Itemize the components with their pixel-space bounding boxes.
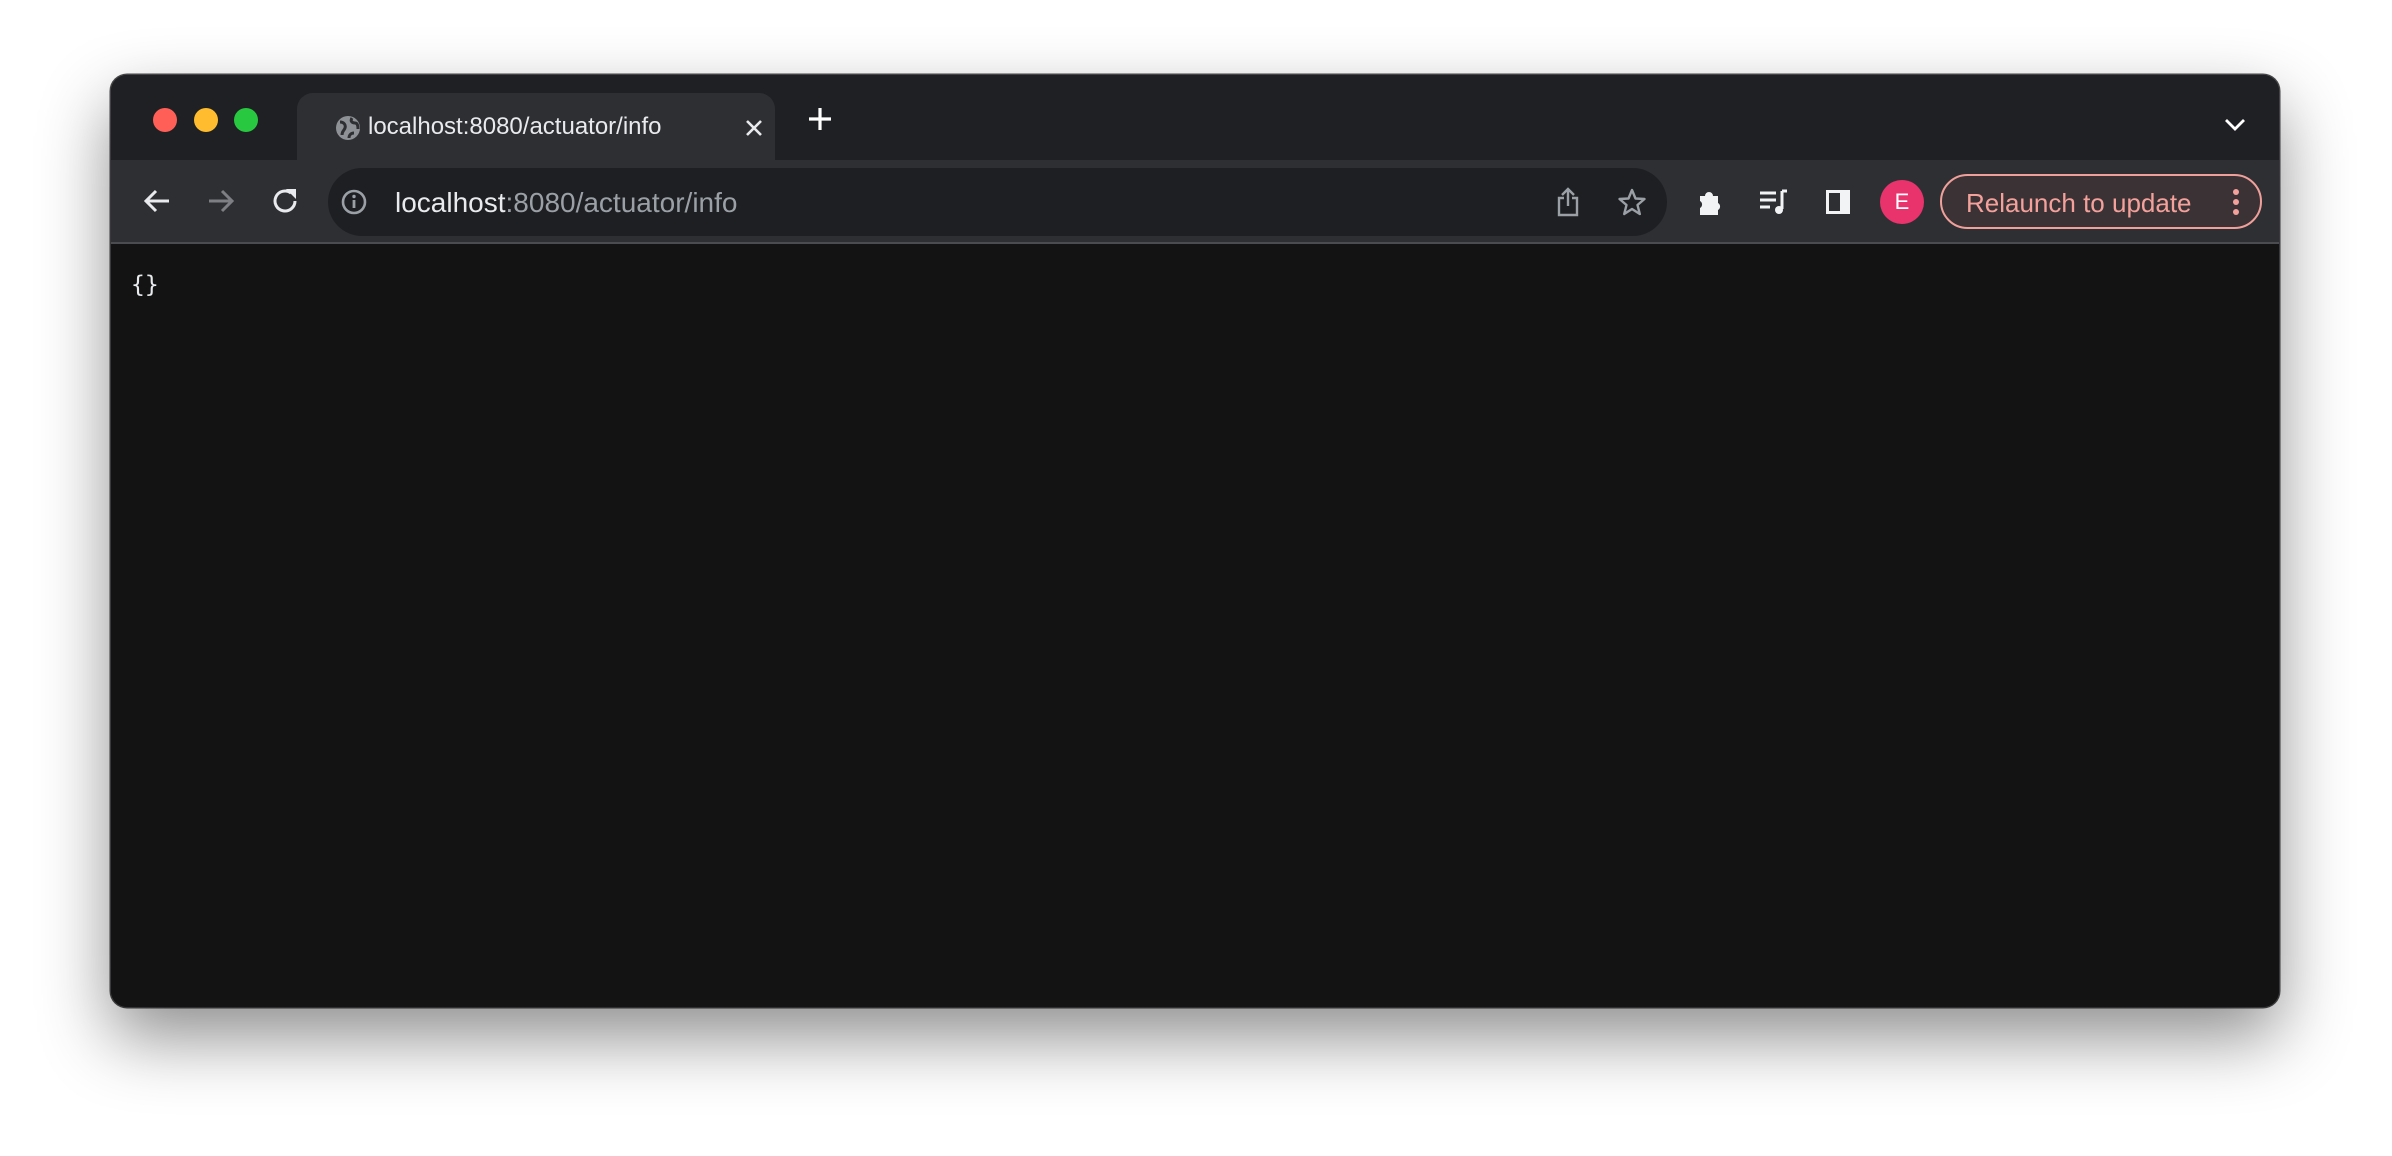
relaunch-label: Relaunch to update (1966, 188, 2192, 218)
tab-strip: localhost:8080/actuator/info (111, 75, 2279, 160)
page-content: {} (111, 244, 2279, 1007)
share-icon[interactable] (1553, 186, 1583, 218)
extensions-puzzle-icon[interactable] (1694, 186, 1726, 218)
minimize-window-button[interactable] (194, 108, 218, 132)
close-window-button[interactable] (153, 108, 177, 132)
tab-search-chevron-down-icon[interactable] (2221, 113, 2249, 137)
json-response-text: {} (131, 272, 159, 298)
globe-icon (334, 114, 362, 142)
more-menu-icon[interactable] (2226, 186, 2246, 218)
new-tab-button[interactable] (806, 105, 834, 133)
relaunch-to-update-button[interactable]: Relaunch to update (1940, 174, 2262, 229)
profile-avatar[interactable]: E (1880, 180, 1924, 224)
url-host: localhost (395, 187, 506, 218)
url-path: :8080/actuator/info (505, 187, 738, 218)
side-panel-icon[interactable] (1822, 186, 1854, 218)
back-button[interactable] (140, 184, 174, 218)
media-controls-icon[interactable] (1758, 186, 1790, 218)
browser-window: localhost:8080/actuator/info localhost:8… (111, 75, 2279, 1007)
info-icon[interactable] (340, 188, 368, 216)
toolbar: localhost:8080/actuator/info E Relaunch … (111, 160, 2279, 244)
maximize-window-button[interactable] (234, 108, 258, 132)
forward-button[interactable] (204, 184, 238, 218)
url-text[interactable]: localhost:8080/actuator/info (395, 187, 737, 219)
close-tab-icon[interactable] (741, 115, 767, 141)
address-bar[interactable]: localhost:8080/actuator/info (328, 168, 1667, 236)
bookmark-star-icon[interactable] (1616, 186, 1648, 218)
reload-button[interactable] (268, 184, 302, 218)
tab-title: localhost:8080/actuator/info (368, 113, 662, 140)
tab-active[interactable]: localhost:8080/actuator/info (297, 93, 775, 160)
